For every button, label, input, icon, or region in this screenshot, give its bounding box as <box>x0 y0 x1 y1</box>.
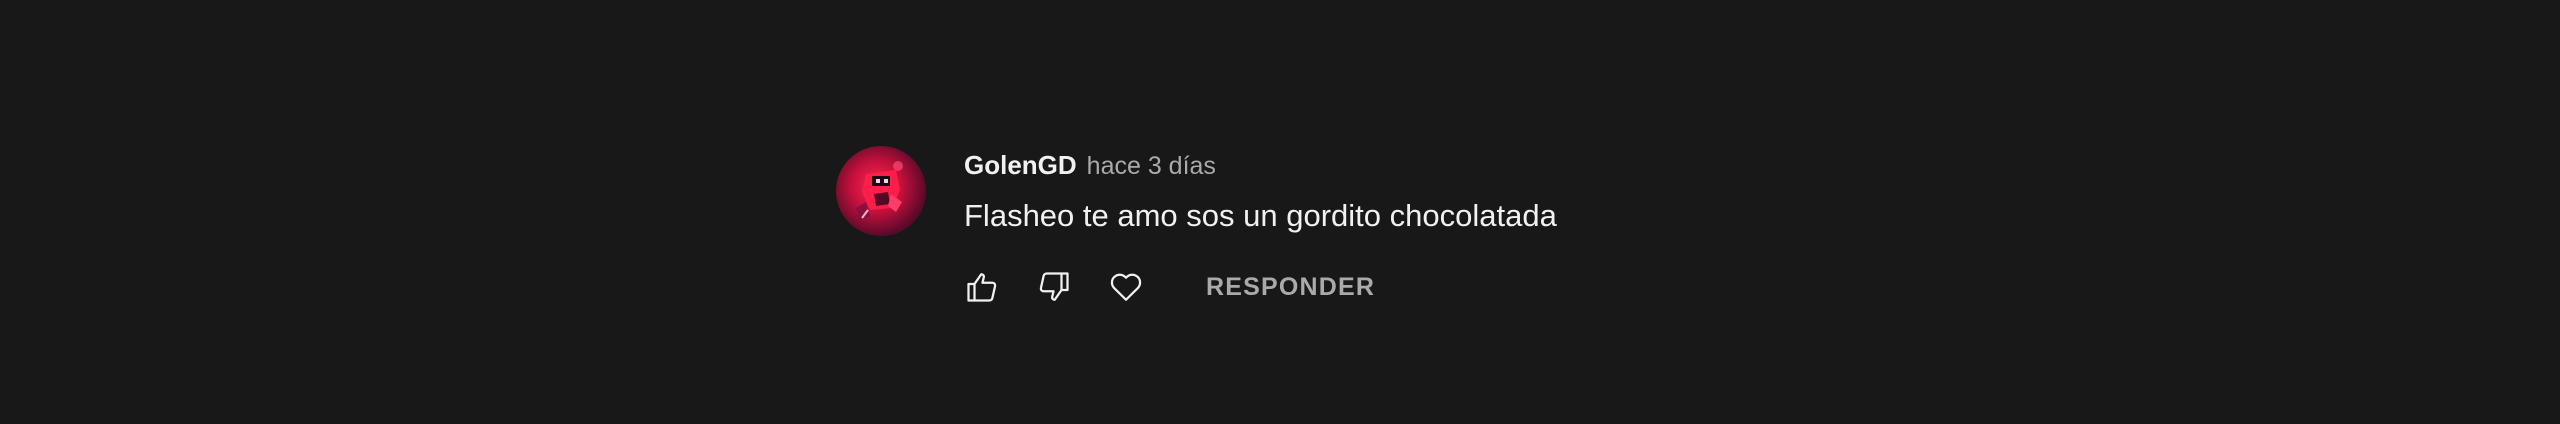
dislike-button[interactable] <box>1032 265 1076 309</box>
avatar-image <box>856 161 903 220</box>
author-name[interactable]: GolenGD <box>964 150 1077 181</box>
comment-header: GolenGD hace 3 días <box>964 150 1216 186</box>
comments-section: GolenGD hace 3 días Flasheo te amo sos u… <box>0 0 2560 424</box>
comment-timestamp[interactable]: hace 3 días <box>1087 152 1216 181</box>
comment-thread: GolenGD hace 3 días Flasheo te amo sos u… <box>836 146 1836 336</box>
thumbs-up-icon <box>967 273 997 302</box>
heart-icon <box>1110 273 1142 301</box>
thumbs-down-icon <box>1039 272 1069 301</box>
avatar[interactable] <box>836 146 926 236</box>
comment-text: Flasheo te amo sos un gordito chocolatad… <box>964 198 1557 233</box>
comment-action-bar: RESPONDER <box>960 262 1375 312</box>
heart-button[interactable] <box>1104 265 1148 309</box>
reply-button[interactable]: RESPONDER <box>1206 273 1375 302</box>
like-button[interactable] <box>960 265 1004 309</box>
